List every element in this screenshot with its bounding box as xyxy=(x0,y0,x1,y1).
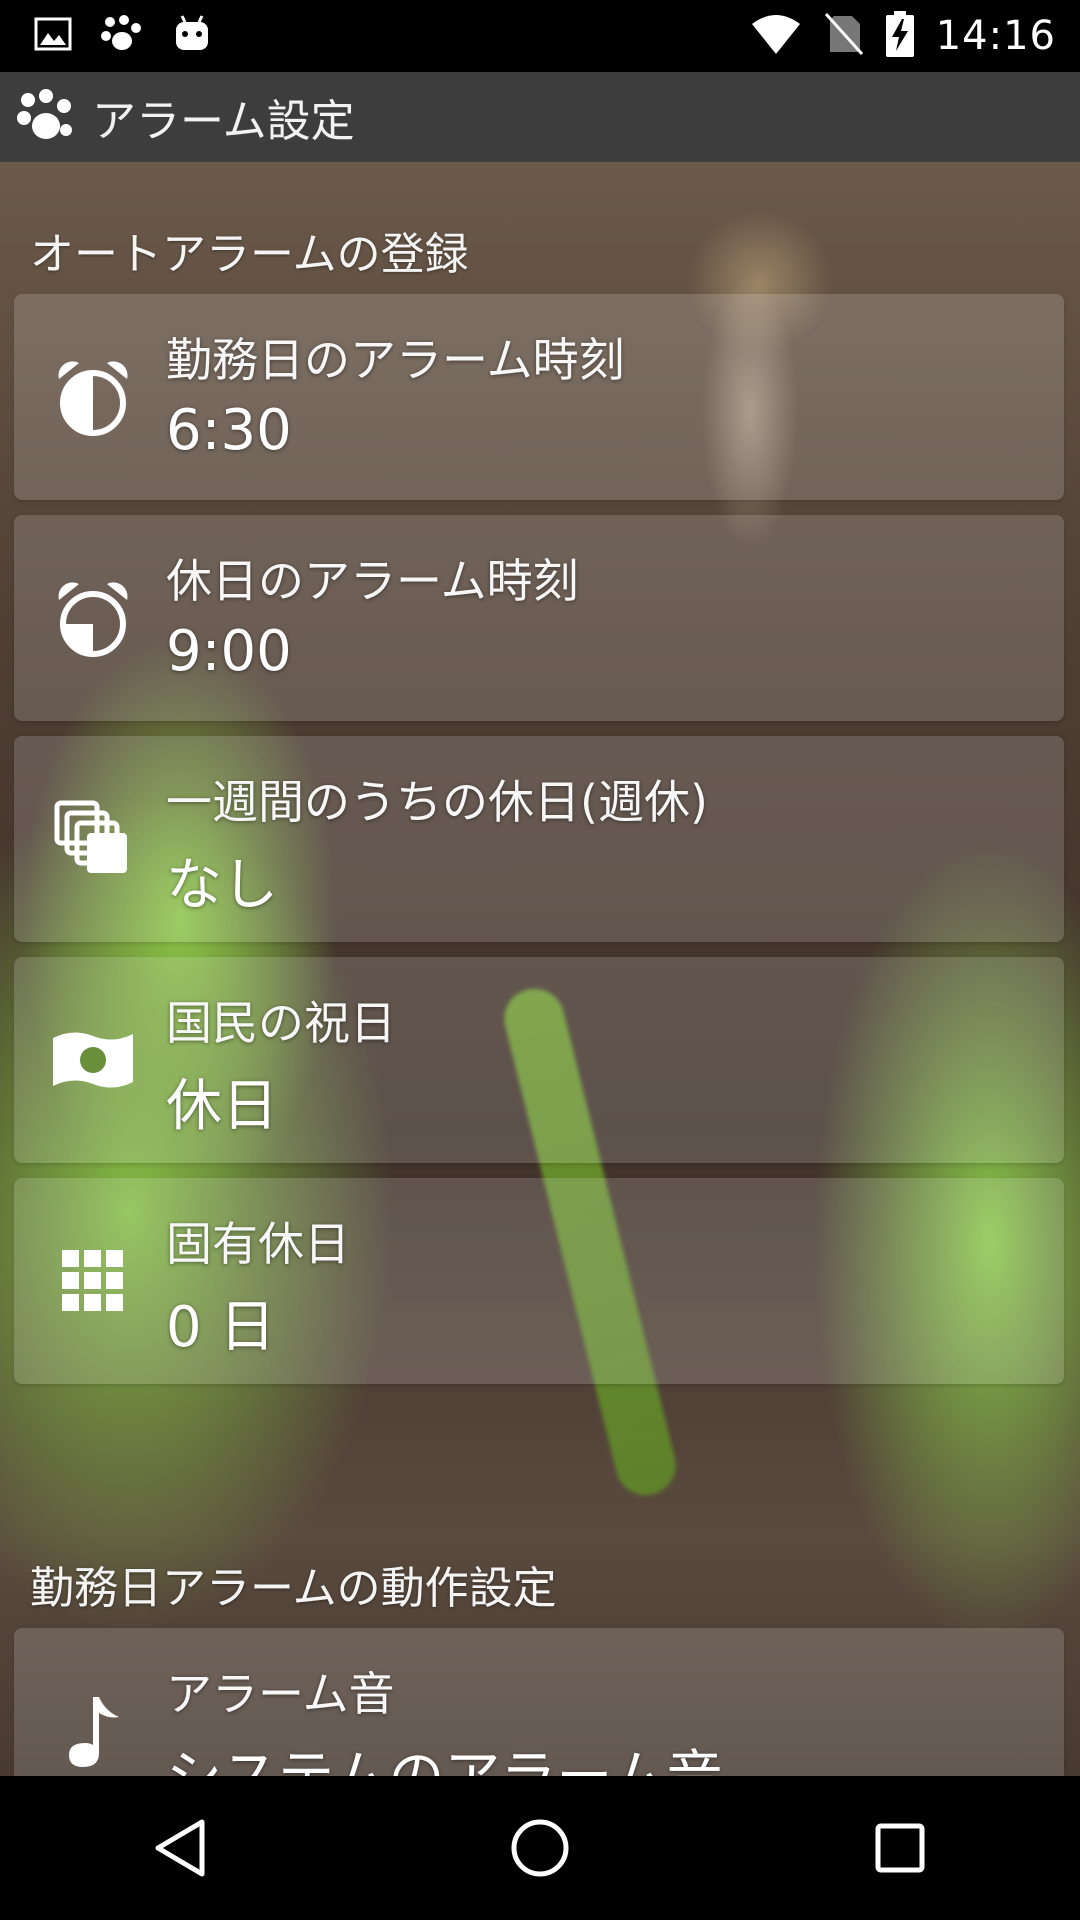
setting-workday-alarm-time[interactable]: 勤務日のアラーム時刻 6:30 xyxy=(14,294,1064,500)
home-icon[interactable] xyxy=(480,1788,600,1908)
setting-value: 9:00 xyxy=(166,619,292,684)
setting-label: 一週間のうちの休日(週休) xyxy=(166,775,708,829)
setting-value: 0 日 xyxy=(166,1295,276,1360)
alarm-clock-icon xyxy=(48,352,138,442)
setting-weekly-holidays[interactable]: 一週間のうちの休日(週休) なし xyxy=(14,736,1064,942)
setting-value: 6:30 xyxy=(166,398,292,463)
section-header-workday-behavior: 勤務日アラームの動作設定 xyxy=(30,1563,557,1614)
setting-custom-holidays[interactable]: 固有休日 0 日 xyxy=(14,1178,1064,1384)
settings-list[interactable]: オートアラームの登録 勤務日のアラーム時刻 6:30 休日のアラーム時刻 9:0… xyxy=(0,162,1080,1776)
image-icon xyxy=(34,17,72,55)
action-bar: アラーム設定 xyxy=(0,72,1080,162)
page-title: アラーム設定 xyxy=(92,96,355,147)
no-sim-icon xyxy=(824,12,864,60)
android-icon xyxy=(172,14,212,58)
setting-value: システムのアラーム音 xyxy=(166,1732,723,1776)
status-time: 14:16 xyxy=(935,13,1056,59)
paw-icon xyxy=(100,14,144,58)
section-header-auto-alarm: オートアラームの登録 xyxy=(30,229,469,280)
setting-label: 休日のアラーム時刻 xyxy=(166,554,579,608)
status-bar: 14:16 xyxy=(0,0,1080,72)
alarm-clock-icon xyxy=(48,573,138,663)
setting-holiday-alarm-time[interactable]: 休日のアラーム時刻 9:00 xyxy=(14,515,1064,721)
paw-icon[interactable] xyxy=(16,88,74,146)
setting-label: 国民の祝日 xyxy=(166,996,396,1050)
music-note-icon xyxy=(48,1686,138,1776)
wifi-icon xyxy=(750,14,802,58)
setting-label: 勤務日のアラーム時刻 xyxy=(166,333,625,387)
navigation-bar xyxy=(0,1776,1080,1920)
stacked-pages-icon xyxy=(48,794,138,884)
setting-label: 固有休日 xyxy=(166,1217,350,1271)
setting-national-holidays[interactable]: 国民の祝日 休日 xyxy=(14,957,1064,1163)
grid-icon xyxy=(48,1236,138,1326)
setting-label: アラーム音 xyxy=(166,1667,395,1721)
battery-charging-icon xyxy=(885,11,914,61)
setting-value: なし xyxy=(166,853,278,918)
flag-icon xyxy=(48,1015,138,1105)
setting-value: 休日 xyxy=(166,1074,278,1139)
setting-alarm-sound[interactable]: アラーム音 システムのアラーム音 xyxy=(14,1628,1064,1776)
back-icon[interactable] xyxy=(120,1788,240,1908)
recents-icon[interactable] xyxy=(840,1788,960,1908)
